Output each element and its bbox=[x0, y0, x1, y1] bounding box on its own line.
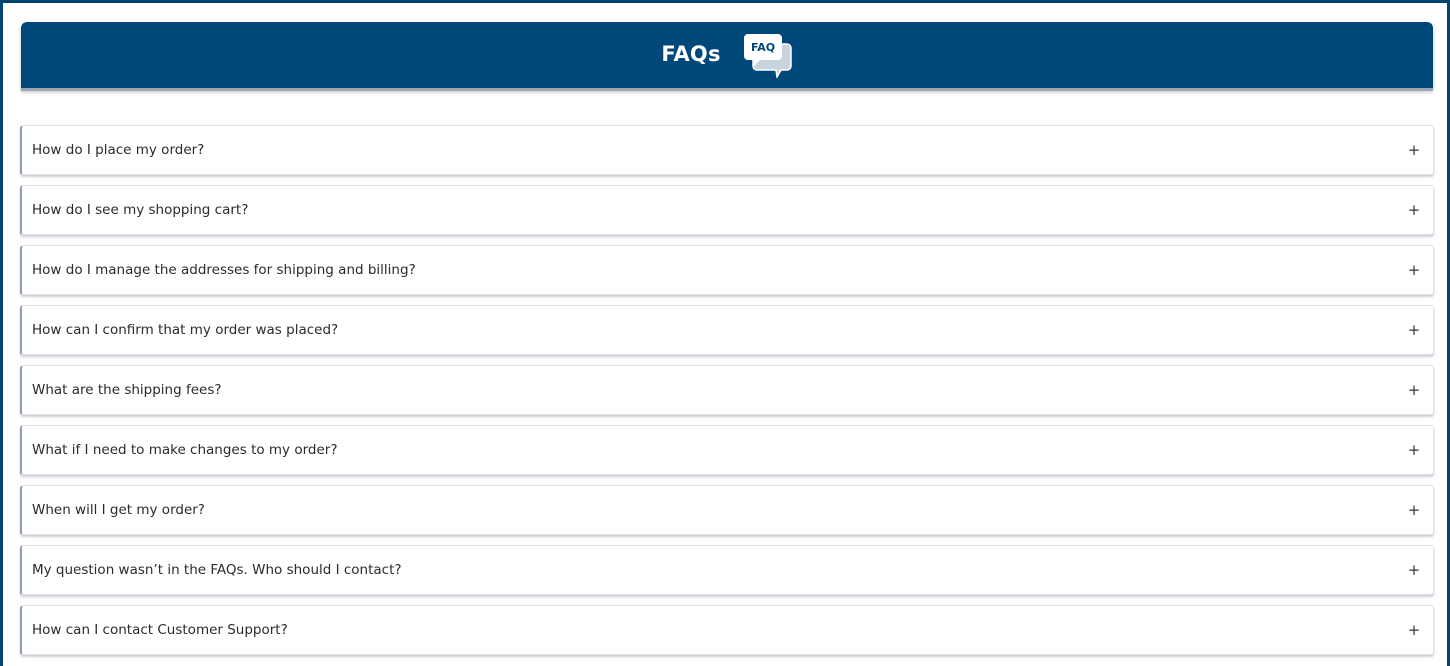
expand-plus-icon[interactable]: + bbox=[1407, 561, 1421, 579]
expand-plus-icon[interactable]: + bbox=[1407, 261, 1421, 279]
faq-question: When will I get my order? bbox=[32, 502, 205, 518]
faq-icon-label: FAQ bbox=[751, 41, 775, 54]
faq-question: How can I confirm that my order was plac… bbox=[32, 322, 339, 338]
faq-question: How do I see my shopping cart? bbox=[32, 202, 249, 218]
faq-item[interactable]: How do I see my shopping cart? + bbox=[20, 185, 1434, 235]
faq-question: What are the shipping fees? bbox=[32, 382, 222, 398]
faq-speech-bubbles-icon: FAQ bbox=[743, 34, 792, 78]
faq-question: How can I contact Customer Support? bbox=[32, 622, 288, 638]
faq-item[interactable]: How do I place my order? + bbox=[20, 125, 1434, 175]
faq-item[interactable]: When will I get my order? + bbox=[20, 485, 1434, 535]
faq-item[interactable]: How do I manage the addresses for shippi… bbox=[20, 245, 1434, 295]
expand-plus-icon[interactable]: + bbox=[1407, 141, 1421, 159]
expand-plus-icon[interactable]: + bbox=[1407, 201, 1421, 219]
expand-plus-icon[interactable]: + bbox=[1407, 321, 1421, 339]
faq-question: How do I manage the addresses for shippi… bbox=[32, 262, 416, 278]
expand-plus-icon[interactable]: + bbox=[1407, 501, 1421, 519]
faq-item[interactable]: What if I need to make changes to my ord… bbox=[20, 425, 1434, 475]
faq-question: What if I need to make changes to my ord… bbox=[32, 442, 338, 458]
faq-question: How do I place my order? bbox=[32, 142, 205, 158]
page-title: FAQs bbox=[661, 42, 721, 66]
faq-item[interactable]: My question wasn’t in the FAQs. Who shou… bbox=[20, 545, 1434, 595]
faq-list: How do I place my order? + How do I see … bbox=[20, 125, 1434, 665]
expand-plus-icon[interactable]: + bbox=[1407, 621, 1421, 639]
faq-question: My question wasn’t in the FAQs. Who shou… bbox=[32, 562, 402, 578]
faq-header: FAQs FAQ bbox=[21, 22, 1433, 88]
faq-item[interactable]: What are the shipping fees? + bbox=[20, 365, 1434, 415]
page-frame: FAQs FAQ How do I place my order? + How … bbox=[0, 0, 1450, 666]
expand-plus-icon[interactable]: + bbox=[1407, 441, 1421, 459]
expand-plus-icon[interactable]: + bbox=[1407, 381, 1421, 399]
faq-item[interactable]: How can I contact Customer Support? + bbox=[20, 605, 1434, 655]
faq-item[interactable]: How can I confirm that my order was plac… bbox=[20, 305, 1434, 355]
